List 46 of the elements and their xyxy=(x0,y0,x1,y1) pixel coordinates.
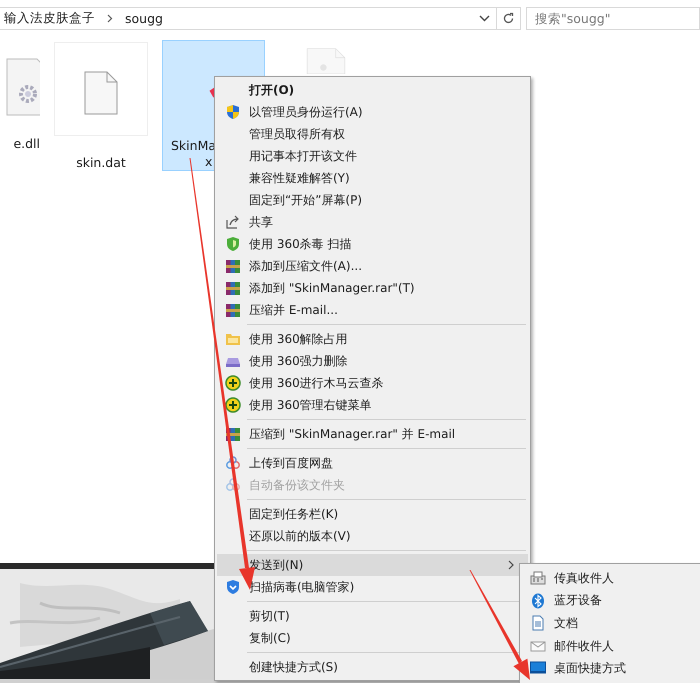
file-tile[interactable]: e.dll xyxy=(0,42,40,168)
file-icon xyxy=(84,71,118,115)
shield-icon xyxy=(225,104,241,120)
menu-item[interactable]: 文档 xyxy=(522,612,700,635)
file-name: x xyxy=(205,154,212,170)
chevron-icon xyxy=(107,14,113,22)
chevron-icon xyxy=(508,560,514,570)
file-name: skin.dat xyxy=(76,155,126,171)
menu-item[interactable]: 使用 360强力删除 xyxy=(217,350,528,372)
dropdown-icon[interactable] xyxy=(479,14,490,22)
document-icon xyxy=(530,615,546,632)
menu-item[interactable]: 添加到 "SkinManager.rar"(T) xyxy=(217,277,528,299)
folder-icon xyxy=(225,331,241,347)
menu-item[interactable]: 压缩并 E-mail... xyxy=(217,299,528,321)
menu-item[interactable]: 固定到“开始”屏幕(P) xyxy=(217,189,528,211)
cloud-icon xyxy=(225,477,241,493)
search-field[interactable]: 搜索"sougg" xyxy=(526,6,700,30)
file-name: SkinMa xyxy=(171,138,216,154)
fax-icon xyxy=(530,570,546,586)
menu-item[interactable]: 使用 360杀毒 扫描 xyxy=(217,233,528,255)
breadcrumb-item[interactable]: 输入法皮肤盒子 xyxy=(0,10,99,26)
menu-item[interactable]: 还原以前的版本(V) xyxy=(217,525,528,547)
plus-circle-icon xyxy=(225,397,241,413)
refresh-icon xyxy=(502,12,515,24)
file-name: e.dll xyxy=(13,136,40,152)
bluetooth-icon xyxy=(530,592,546,609)
plus-circle-icon xyxy=(225,375,241,391)
menu-item[interactable]: 蓝牙设备 xyxy=(522,590,700,612)
archive-icon xyxy=(225,280,241,296)
menu-item[interactable]: 邮件收件人 xyxy=(522,634,700,658)
menu-item[interactable]: 添加到压缩文件(A)... xyxy=(217,255,528,277)
menu-item[interactable]: 使用 360解除占用 xyxy=(217,328,528,350)
menu-item[interactable]: 固定到任务栏(K) xyxy=(217,503,528,525)
menu-item[interactable]: 使用 360进行木马云查杀 xyxy=(217,372,528,394)
shield-icon xyxy=(225,579,241,595)
menu-item[interactable]: 使用 360管理右键菜单 xyxy=(217,394,528,416)
share-icon xyxy=(225,214,241,230)
archive-icon xyxy=(225,258,241,274)
archive-icon xyxy=(225,302,241,318)
address-field[interactable]: 输入法皮肤盒子 sougg xyxy=(0,6,521,30)
monitor-icon xyxy=(530,660,546,676)
breadcrumb-item[interactable]: sougg xyxy=(121,10,167,26)
menu-item[interactable]: 桌面快捷方式 xyxy=(522,657,700,680)
shield-icon xyxy=(225,236,241,252)
file-icon xyxy=(6,58,40,116)
menu-item[interactable]: 共享 xyxy=(217,211,528,233)
